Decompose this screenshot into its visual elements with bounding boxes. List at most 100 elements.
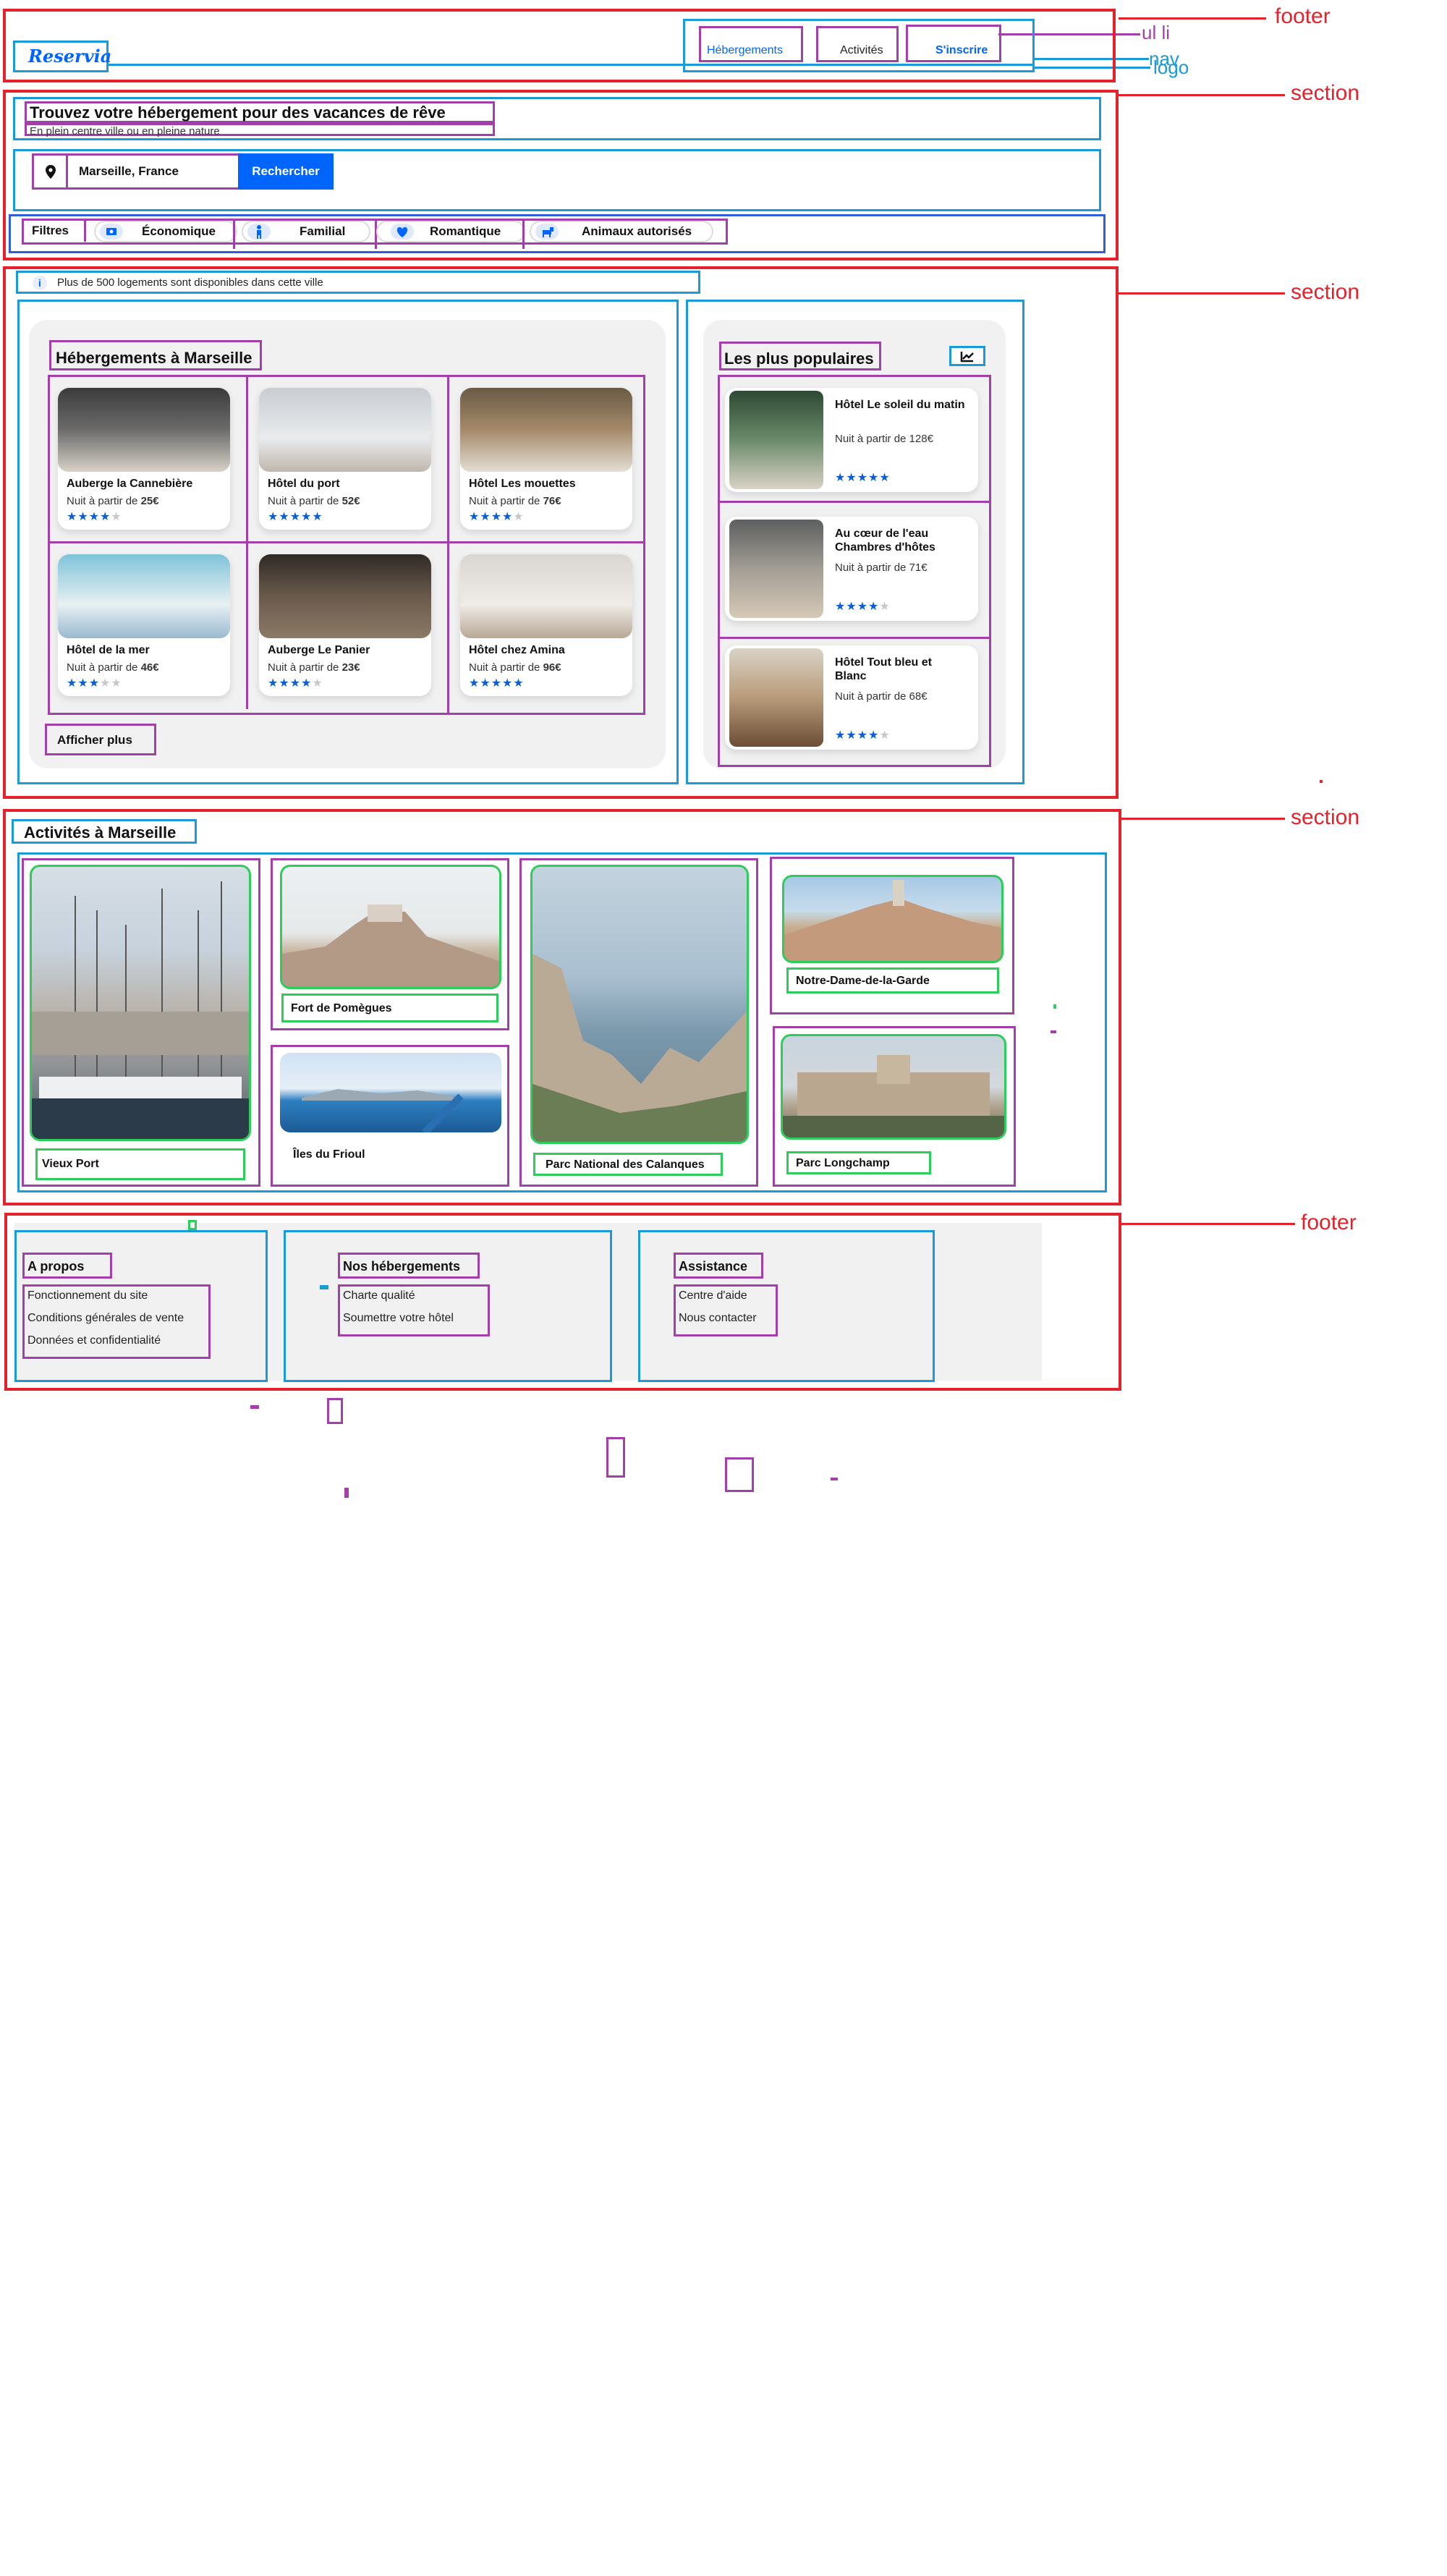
search-input[interactable]: Marseille, France bbox=[79, 164, 179, 179]
iles-frioul-label: Îles du Frioul bbox=[293, 1148, 365, 1161]
search-form: Marseille, France Rechercher bbox=[32, 153, 334, 190]
accommodation-photo bbox=[460, 554, 632, 638]
accommodation-card[interactable]: Hôtel chez Amina Nuit à partir de 96€ ★★… bbox=[460, 554, 632, 696]
accommodation-photo bbox=[259, 554, 431, 638]
accommodation-price: Nuit à partir de 76€ bbox=[469, 495, 561, 507]
accommodation-price: Nuit à partir de 23€ bbox=[268, 661, 360, 674]
footer-link[interactable]: Données et confidentialité bbox=[27, 1334, 161, 1347]
annotation-footer-bottom: footer bbox=[1301, 1211, 1357, 1234]
accommodation-price: Nuit à partir de 25€ bbox=[67, 495, 159, 507]
nav-item-sinscrire[interactable]: S'inscrire bbox=[906, 25, 1001, 62]
activity-calanques[interactable]: Parc National des Calanques bbox=[519, 858, 758, 1187]
popular-card[interactable]: Hôtel Le soleil du matin Nuit à partir d… bbox=[725, 388, 978, 492]
filter-familial[interactable]: Familial bbox=[242, 221, 370, 242]
popular-rating: ★★★★★ bbox=[835, 472, 891, 484]
footer-link[interactable]: Nous contacter bbox=[679, 1312, 757, 1325]
activity-fort-pomegues[interactable]: Fort de Pomègues bbox=[271, 858, 509, 1030]
filter-label-familial: Familial bbox=[300, 224, 346, 238]
annotation-section-3: section bbox=[1291, 805, 1360, 829]
accommodations-title-box: Hébergements à Marseille bbox=[49, 340, 262, 370]
accommodation-rating: ★★★★★ bbox=[469, 511, 525, 523]
hero-title-box: Trouvez votre hébergement pour des vacan… bbox=[25, 101, 495, 123]
footer-links: Charte qualité Soumettre votre hôtel bbox=[338, 1284, 490, 1336]
logo-text: Reservia bbox=[28, 46, 112, 67]
footer-column: Assistance Centre d'aide Nous contacter bbox=[638, 1230, 935, 1382]
accommodation-price: Nuit à partir de 52€ bbox=[268, 495, 360, 507]
fort-pomegues-label-box: Fort de Pomègues bbox=[281, 993, 498, 1022]
hero-title: Trouvez votre hébergement pour des vacan… bbox=[30, 103, 446, 122]
accommodation-photo bbox=[58, 388, 230, 472]
footer-link[interactable]: Centre d'aide bbox=[679, 1289, 747, 1302]
annotation-section-2: section bbox=[1291, 280, 1360, 304]
info-box: i Plus de 500 logements sont disponibles… bbox=[16, 271, 700, 294]
iles-frioul-image bbox=[280, 1053, 501, 1132]
popular-name: Au cœur de l'eau Chambres d'hôtes bbox=[835, 528, 935, 554]
accommodation-card[interactable]: Auberge Le Panier Nuit à partir de 23€ ★… bbox=[259, 554, 431, 696]
hero-subtitle-box: En plein centre ville ou en pleine natur… bbox=[25, 123, 495, 137]
calanques-label: Parc National des Calanques bbox=[546, 1158, 705, 1171]
filter-animaux[interactable]: Animaux autorisés bbox=[530, 221, 713, 242]
accommodation-price: Nuit à partir de 46€ bbox=[67, 661, 159, 674]
activities-title-box: Activités à Marseille bbox=[12, 819, 197, 844]
accommodation-rating: ★★★★★ bbox=[67, 677, 122, 690]
accommodation-photo bbox=[259, 388, 431, 472]
popular-price: Nuit à partir de 68€ bbox=[835, 690, 928, 703]
popular-price: Nuit à partir de 71€ bbox=[835, 562, 928, 574]
annotation-logo: logo bbox=[1153, 56, 1189, 78]
popular-card[interactable]: Hôtel Tout bleu et Blanc Nuit à partir d… bbox=[725, 645, 978, 750]
calanques-label-box: Parc National des Calanques bbox=[533, 1153, 723, 1176]
filter-economique[interactable]: Économique bbox=[94, 221, 237, 242]
accommodation-name: Hôtel Les mouettes bbox=[469, 478, 576, 490]
calanques-image bbox=[530, 865, 749, 1144]
popular-title: Les plus populaires bbox=[724, 349, 874, 368]
notre-dame-label-box: Notre-Dame-de-la-Garde bbox=[786, 967, 999, 993]
accommodation-card[interactable]: Hôtel du port Nuit à partir de 52€ ★★★★★ bbox=[259, 388, 431, 530]
popular-rating: ★★★★★ bbox=[835, 601, 891, 613]
popular-name: Hôtel Le soleil du matin bbox=[835, 399, 965, 411]
accommodation-card[interactable]: Auberge la Cannebière Nuit à partir de 2… bbox=[58, 388, 230, 530]
filter-romantique[interactable]: Romantique bbox=[376, 221, 525, 242]
annotation-section-1: section bbox=[1291, 81, 1360, 105]
show-more-button[interactable]: Afficher plus bbox=[45, 724, 156, 755]
popular-photo bbox=[729, 648, 823, 747]
child-icon bbox=[247, 224, 271, 240]
accommodation-name: Hôtel chez Amina bbox=[469, 644, 565, 656]
notre-dame-image bbox=[782, 875, 1003, 963]
accommodations-title: Hébergements à Marseille bbox=[56, 349, 253, 367]
accommodation-rating: ★★★★★ bbox=[67, 511, 122, 523]
footer-column: A propos Fonctionnement du site Conditions… bbox=[14, 1230, 268, 1382]
accommodation-name: Hôtel du port bbox=[268, 478, 340, 490]
dog-icon bbox=[535, 224, 559, 240]
accommodation-card[interactable]: Hôtel Les mouettes Nuit à partir de 76€ … bbox=[460, 388, 632, 530]
footer-column: Nos hébergements Charte qualité Soumettre … bbox=[284, 1230, 612, 1382]
footer-link[interactable]: Charte qualité bbox=[343, 1289, 415, 1302]
fort-pomegues-label: Fort de Pomègues bbox=[291, 1002, 392, 1014]
footer-link[interactable]: Fonctionnement du site bbox=[27, 1289, 148, 1302]
hero-subtitle: En plein centre ville ou en pleine natur… bbox=[30, 125, 220, 137]
accommodation-rating: ★★★★★ bbox=[268, 511, 323, 523]
search-button[interactable]: Rechercher bbox=[238, 153, 334, 190]
logo[interactable]: Reservia bbox=[13, 41, 112, 72]
activity-longchamp[interactable]: Parc Longchamp bbox=[773, 1026, 1016, 1187]
accommodation-card[interactable]: Hôtel de la mer Nuit à partir de 46€ ★★★… bbox=[58, 554, 230, 696]
show-more-label: Afficher plus bbox=[57, 733, 132, 747]
footer-link[interactable]: Soumettre votre hôtel bbox=[343, 1312, 454, 1325]
longchamp-label: Parc Longchamp bbox=[796, 1157, 890, 1169]
popular-card[interactable]: Au cœur de l'eau Chambres d'hôtes Nuit à… bbox=[725, 517, 978, 621]
activity-vieux-port[interactable]: Vieux Port bbox=[22, 858, 260, 1187]
fort-pomegues-image bbox=[280, 865, 501, 989]
accommodation-photo bbox=[460, 388, 632, 472]
footer-link[interactable]: Conditions générales de vente bbox=[27, 1312, 184, 1325]
activity-iles-frioul[interactable]: Îles du Frioul bbox=[271, 1045, 509, 1187]
accommodation-name: Auberge la Cannebière bbox=[67, 478, 193, 490]
nav-label-sinscrire: S'inscrire bbox=[935, 44, 988, 56]
nav-item-hebergements[interactable]: Hébergements bbox=[699, 26, 803, 62]
footer-links: Fonctionnement du site Conditions général… bbox=[22, 1284, 211, 1359]
popular-name: Hôtel Tout bleu et Blanc bbox=[835, 656, 932, 682]
nav-label-hebergements: Hébergements bbox=[707, 44, 783, 56]
annotation-footer-top: footer bbox=[1275, 4, 1331, 28]
nav-item-activites[interactable]: Activités bbox=[816, 26, 899, 62]
filter-label-romantique: Romantique bbox=[430, 224, 501, 238]
activity-notre-dame[interactable]: Notre-Dame-de-la-Garde bbox=[770, 857, 1014, 1014]
vieux-port-label: Vieux Port bbox=[42, 1158, 99, 1170]
